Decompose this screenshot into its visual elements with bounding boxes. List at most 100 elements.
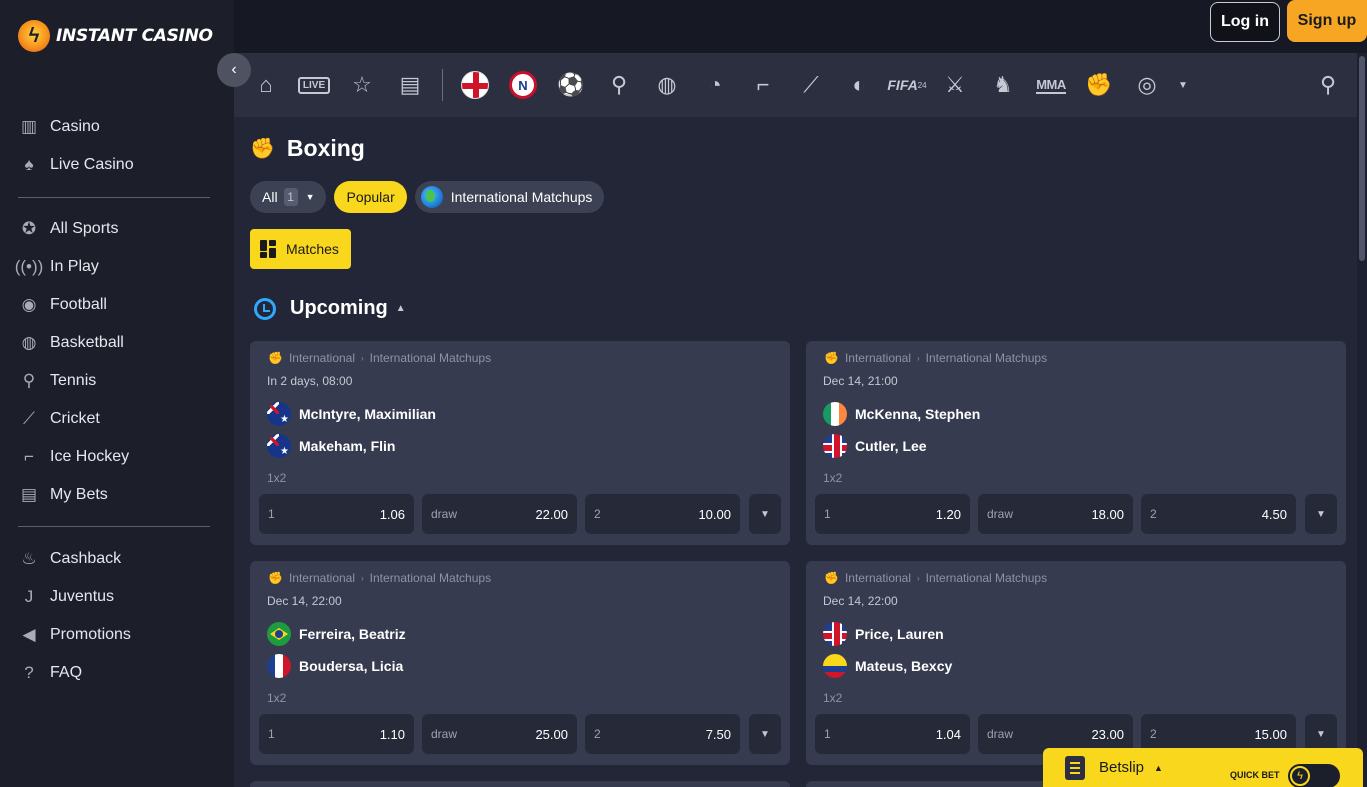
- nations-league-icon[interactable]: N: [507, 69, 539, 101]
- divider: [18, 197, 210, 198]
- tennis-icon[interactable]: ⚲: [603, 69, 635, 101]
- england-flag-icon[interactable]: [459, 69, 491, 101]
- odds-button-away[interactable]: 2 7.50: [585, 714, 740, 754]
- odds-button-home[interactable]: 1 1.04: [815, 714, 970, 754]
- chevron-down-icon: ▼: [760, 728, 770, 740]
- match-card: ✊ International › International Matchups D…: [250, 561, 790, 765]
- filter-international-matchups[interactable]: International Matchups: [414, 181, 605, 213]
- ice-hockey-icon: ⌐: [24, 447, 34, 466]
- star-badge-icon: ✪: [21, 219, 37, 238]
- cricket-icon[interactable]: ⟋: [795, 69, 827, 101]
- home-team[interactable]: Ferreira, Beatriz: [267, 622, 406, 646]
- lightning-icon: ϟ: [1290, 766, 1310, 786]
- sidebar-item-juventus[interactable]: J Juventus: [0, 578, 234, 616]
- match-breadcrumb: ✊ International › International Matchups: [824, 571, 1048, 585]
- odds-button-home[interactable]: 1 1.10: [259, 714, 414, 754]
- sidebar-item-cashback[interactable]: ♨ Cashback: [0, 540, 234, 578]
- home-icon[interactable]: ⌂: [250, 69, 282, 101]
- filter-popular[interactable]: Popular: [334, 181, 407, 213]
- sidebar-item-promotions[interactable]: ◀ Promotions: [0, 616, 234, 654]
- table-tennis-icon[interactable]: ◐: [843, 69, 875, 101]
- sidebar-item-live-casino[interactable]: ♠ Live Casino: [0, 146, 234, 184]
- home-team[interactable]: Price, Lauren: [823, 622, 944, 646]
- uk-flag-icon: [823, 434, 847, 458]
- home-team[interactable]: McKenna, Stephen: [823, 402, 980, 426]
- sidebar-item-tennis[interactable]: ⚲ Tennis: [0, 362, 234, 400]
- more-markets-button[interactable]: ▼: [749, 494, 781, 534]
- more-markets-button[interactable]: ▼: [749, 714, 781, 754]
- sidebar-item-in-play[interactable]: ((•)) In Play: [0, 248, 234, 286]
- chevron-down-icon: ▼: [1316, 508, 1326, 520]
- ice-hockey-icon[interactable]: ⌐: [747, 69, 779, 101]
- football-icon[interactable]: ⚽: [555, 69, 587, 101]
- sidebar-item-my-bets[interactable]: ▤ My Bets: [0, 476, 234, 514]
- nav-group-sports: ✪ All Sports ((•)) In Play ◉ Football ◍ …: [0, 210, 234, 514]
- counter-strike-icon[interactable]: ⚔: [939, 69, 971, 101]
- odds-button-draw[interactable]: draw 18.00: [978, 494, 1133, 534]
- boxing-glove-icon[interactable]: ✊: [1083, 69, 1115, 101]
- mma-icon[interactable]: MMA: [1035, 69, 1067, 101]
- basketball-icon[interactable]: ◍: [651, 69, 683, 101]
- boxing-glove-icon: ✊: [268, 571, 283, 585]
- chevron-down-icon[interactable]: ▼: [1167, 69, 1199, 101]
- favorites-star-icon[interactable]: ☆: [346, 69, 378, 101]
- away-team[interactable]: Cutler, Lee: [823, 434, 927, 458]
- sidebar-item-cricket[interactable]: ⟋ Cricket: [0, 400, 234, 438]
- odds-button-home[interactable]: 1 1.06: [259, 494, 414, 534]
- more-markets-button[interactable]: ▼: [1305, 494, 1337, 534]
- boxing-glove-icon: ✊: [250, 138, 275, 160]
- away-team[interactable]: Boudersa, Licia: [267, 654, 403, 678]
- quick-bet-toggle[interactable]: ϟ: [1288, 764, 1340, 787]
- collapse-sidebar-button[interactable]: ‹: [217, 53, 251, 87]
- tennis-icon: ⚲: [22, 371, 36, 390]
- scrollbar-thumb[interactable]: [1359, 56, 1365, 261]
- login-button[interactable]: Log in: [1210, 2, 1280, 42]
- search-icon[interactable]: ⚲: [1312, 69, 1344, 101]
- fifa-icon[interactable]: FIFA 24: [887, 69, 926, 101]
- filter-all-dropdown[interactable]: All 1 ▼: [250, 181, 327, 213]
- upcoming-section-toggle[interactable]: Upcoming ▲: [254, 297, 406, 320]
- match-breadcrumb: ✊ International › International Matchups: [824, 351, 1048, 365]
- away-team[interactable]: Mateus, Bexcy: [823, 654, 952, 678]
- home-team[interactable]: McIntyre, Maximilian: [267, 402, 436, 426]
- market-label: 1x2: [267, 471, 287, 485]
- sidebar-item-basketball[interactable]: ◍ Basketball: [0, 324, 234, 362]
- caret-up-icon: ▲: [395, 303, 406, 314]
- match-card: ✊ International › International Matchups D…: [806, 561, 1346, 765]
- live-icon[interactable]: LIVE: [297, 69, 331, 101]
- brand-name: INSTANT CASINO: [56, 26, 213, 46]
- sidebar-item-ice-hockey[interactable]: ⌐ Ice Hockey: [0, 438, 234, 476]
- page-scrollbar[interactable]: [1357, 53, 1367, 787]
- sidebar-item-football[interactable]: ◉ Football: [0, 286, 234, 324]
- football-icon: ◉: [21, 295, 37, 314]
- sidebar-item-faq[interactable]: ? FAQ: [0, 654, 234, 692]
- odds-button-draw[interactable]: draw 22.00: [422, 494, 577, 534]
- signup-button[interactable]: Sign up: [1287, 0, 1367, 42]
- brand-logo[interactable]: ϟ INSTANT CASINO: [18, 20, 213, 52]
- slot-machine-icon: ▥: [20, 117, 38, 136]
- odds-button-away[interactable]: 2 10.00: [585, 494, 740, 534]
- market-label: 1x2: [267, 691, 287, 705]
- odds-button-home[interactable]: 1 1.20: [815, 494, 970, 534]
- volleyball-icon[interactable]: ◎: [1131, 69, 1163, 101]
- sidebar-item-all-sports[interactable]: ✪ All Sports: [0, 210, 234, 248]
- bet-slip-list-icon[interactable]: ▤: [394, 69, 426, 101]
- grid-icon: [260, 240, 278, 258]
- match-breadcrumb: ✊ International › International Matchups: [268, 571, 492, 585]
- american-football-helmet-icon[interactable]: ◔: [699, 69, 731, 101]
- sidebar-item-casino[interactable]: ▥ Casino: [0, 108, 234, 146]
- matches-view-button[interactable]: Matches: [250, 229, 351, 269]
- odds-button-draw[interactable]: draw 25.00: [422, 714, 577, 754]
- sport-strip: ⌂ LIVE ☆ ▤ N ⚽ ⚲ ◍ ◔ ⌐ ⟋ ◐ FIFA 24 ⚔ ♞ MM…: [234, 53, 1357, 117]
- top-header: Log in Sign up: [234, 0, 1367, 53]
- france-flag-icon: [267, 654, 291, 678]
- sidebar: ϟ INSTANT CASINO ▥ Casino ♠ Live Casino …: [0, 0, 234, 787]
- australia-flag-icon: [267, 434, 291, 458]
- odds-button-away[interactable]: 2 4.50: [1141, 494, 1296, 534]
- horse-racing-icon[interactable]: ♞: [987, 69, 1019, 101]
- strip-divider: [442, 69, 443, 101]
- betslip-bar[interactable]: Betslip ▲ QUICK BET ϟ: [1043, 748, 1363, 787]
- nav-group-casino: ▥ Casino ♠ Live Casino: [0, 108, 234, 184]
- away-team[interactable]: Makeham, Flin: [267, 434, 395, 458]
- basketball-icon: ◍: [21, 333, 37, 352]
